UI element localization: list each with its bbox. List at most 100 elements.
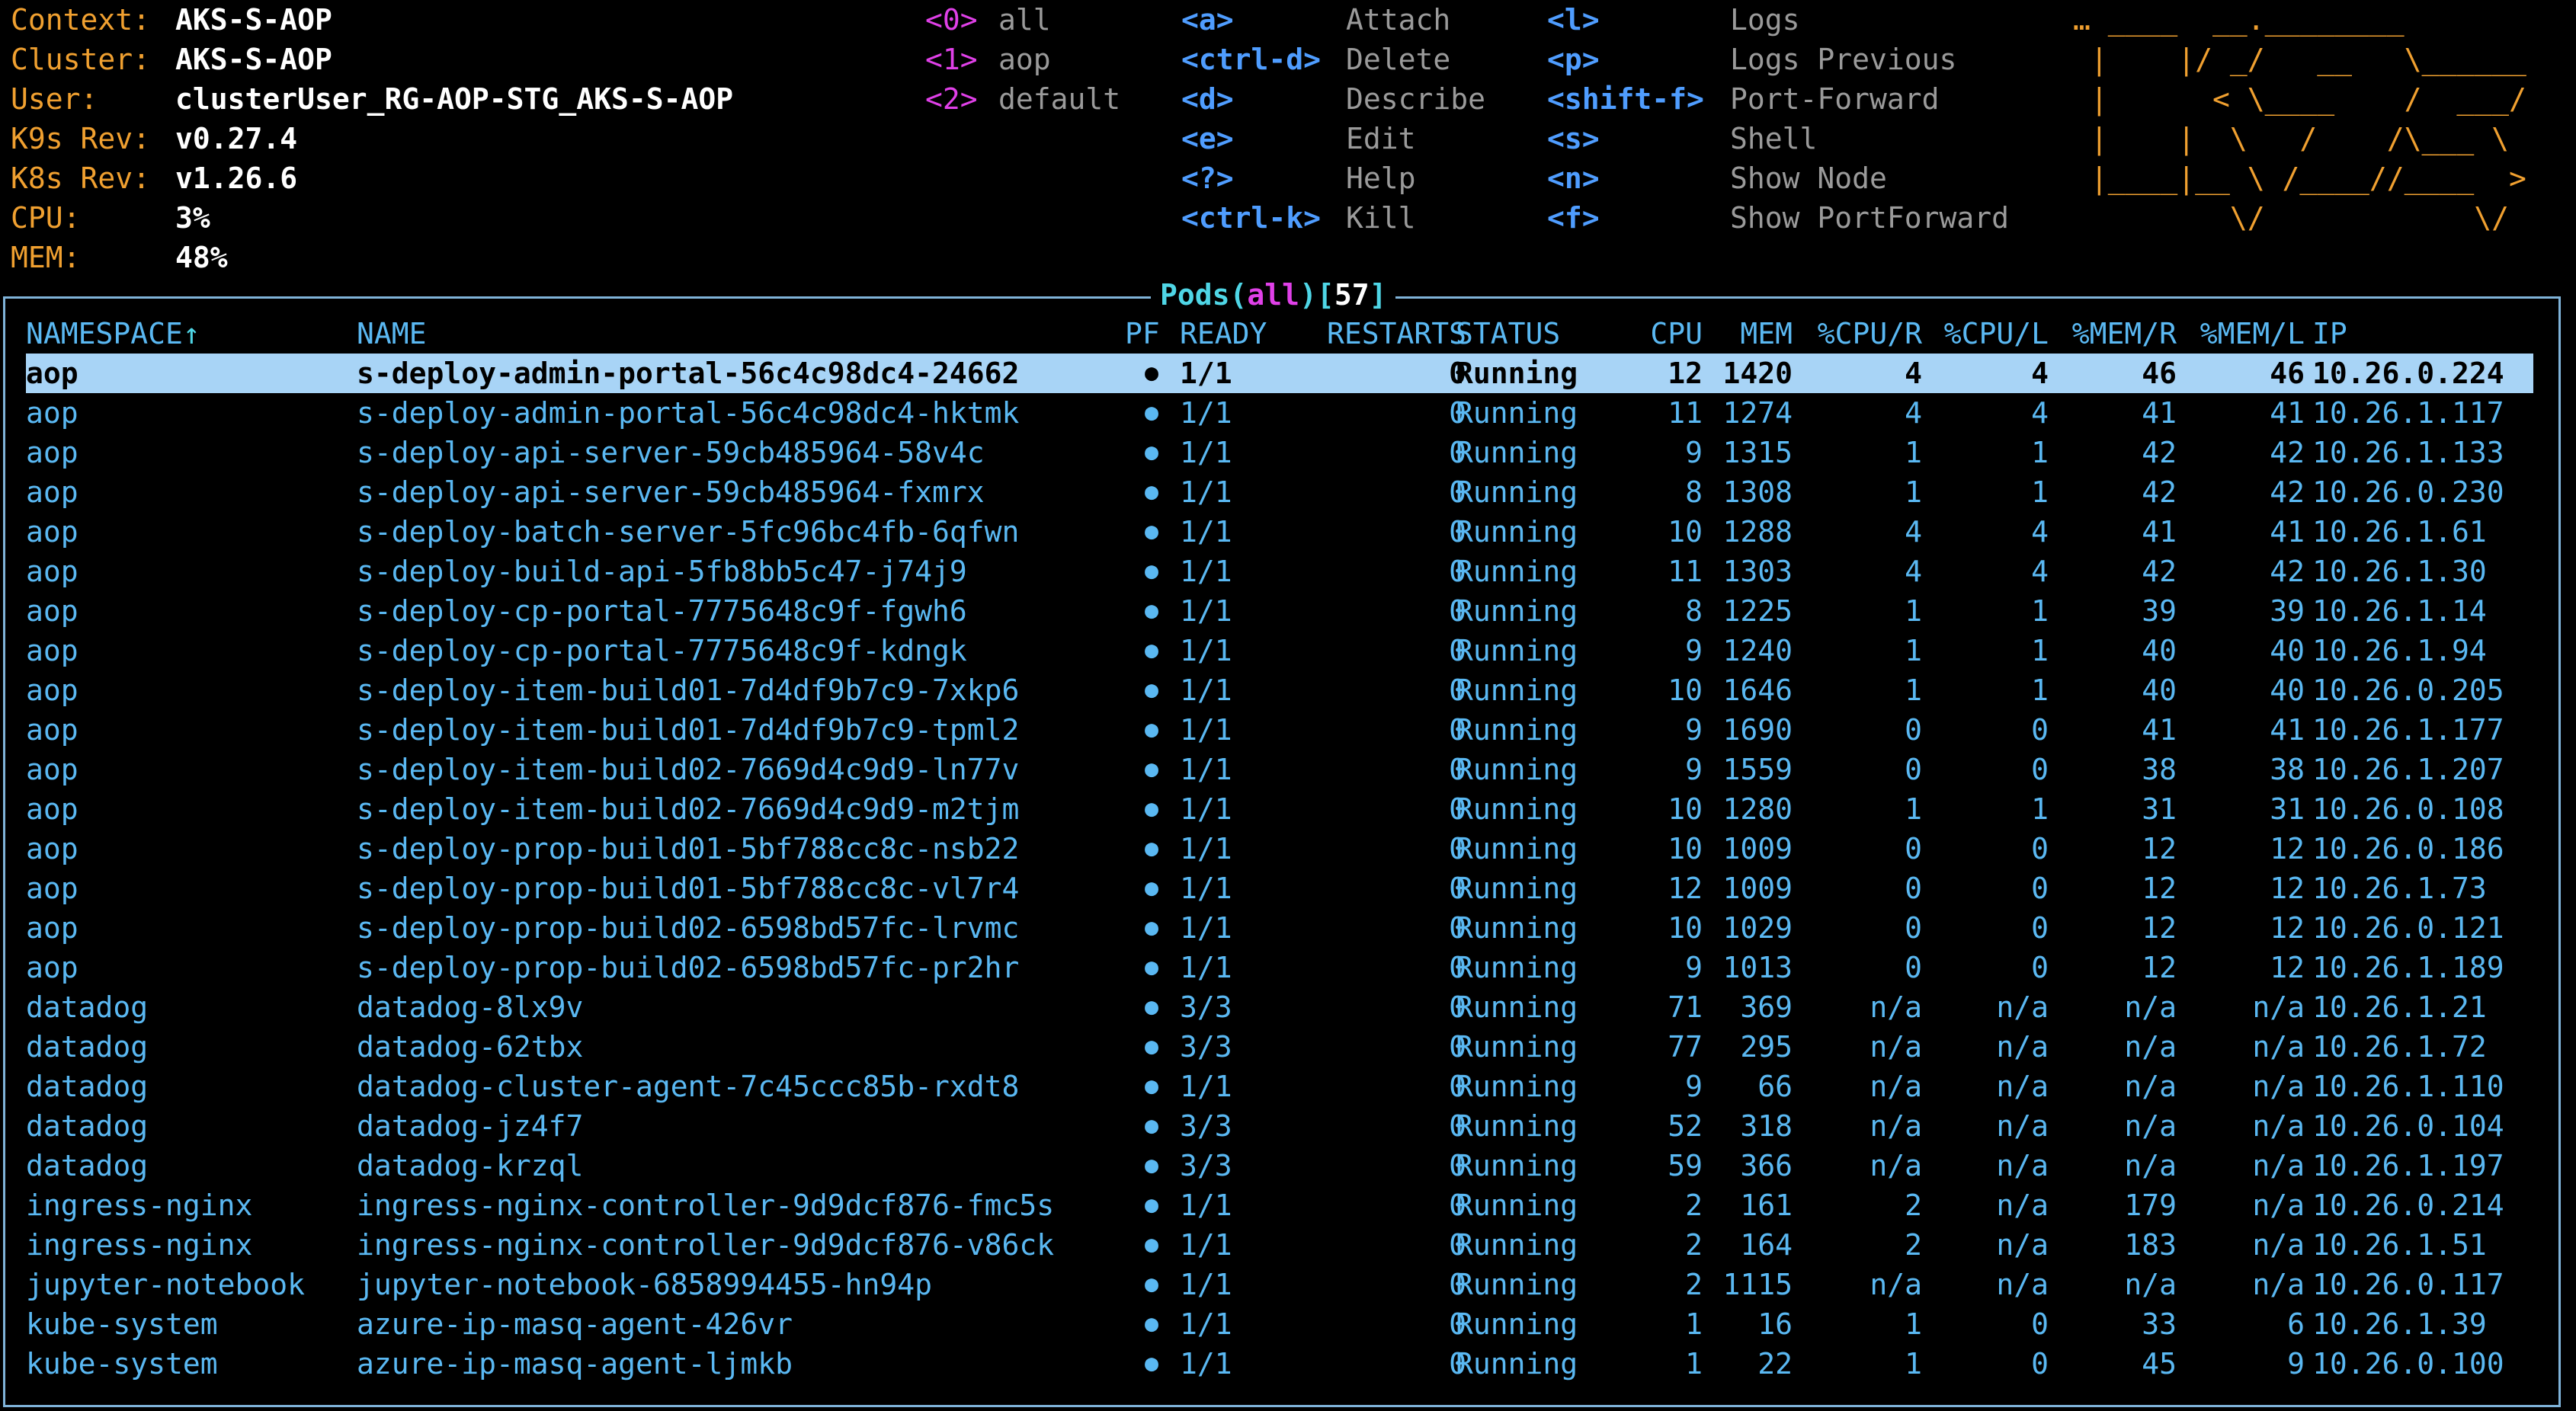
cell-cpu-lim-pct: 1 xyxy=(2031,475,2049,509)
cell-mem: 1029 xyxy=(1722,911,1793,945)
hint-label[interactable]: Help xyxy=(1346,158,1416,198)
hint-label[interactable]: Show PortForward xyxy=(1730,198,2009,238)
hint-label[interactable]: Delete xyxy=(1346,40,1450,79)
cell-cpu-lim-pct: 0 xyxy=(2031,1307,2049,1341)
cell-pf: ● xyxy=(1144,1310,1159,1337)
cell-name: s-deploy-prop-build02-6598bd57fc-lrvmc xyxy=(357,911,1020,945)
table-row[interactable]: aop s-deploy-item-build01-7d4df9b7c9-7xkp… xyxy=(26,670,2533,710)
cell-restarts: 0 xyxy=(1449,911,1466,945)
cell-cpu-lim-pct: 1 xyxy=(2031,594,2049,628)
cell-restarts: 0 xyxy=(1449,1189,1466,1222)
cell-status: Running xyxy=(1456,1347,1578,1381)
hint-label[interactable]: Port-Forward xyxy=(1730,79,1940,119)
namespace-key[interactable]: <2> xyxy=(925,79,978,119)
column-header-ready[interactable]: READY xyxy=(1180,314,1267,354)
table-row[interactable]: aop s-deploy-admin-portal-56c4c98dc4-2466… xyxy=(26,354,2533,393)
cell-cpu: 10 xyxy=(1668,911,1703,945)
cell-namespace: jupyter-notebook xyxy=(26,1268,306,1301)
cell-pf: ● xyxy=(1144,1231,1159,1258)
column-header-name[interactable]: NAME xyxy=(357,314,427,354)
column-header-label: IP xyxy=(2312,317,2347,350)
table-row[interactable]: kube-system azure-ip-masq-agent-426vr ● 1/1… xyxy=(26,1304,2533,1344)
cell-restarts: 0 xyxy=(1449,872,1466,905)
cell-pf: ● xyxy=(1144,677,1159,703)
cell-namespace: kube-system xyxy=(26,1347,218,1381)
cell-name: s-deploy-item-build02-7669d4c9d9-m2tjm xyxy=(357,792,1020,826)
cell-mem-req-pct: 42 xyxy=(2142,475,2177,509)
cell-cpu-req-pct: 1 xyxy=(1905,1347,1922,1381)
table-row[interactable]: aop s-deploy-cp-portal-7775648c9f-fgwh6 ● 1… xyxy=(26,591,2533,631)
cell-ip: 10.26.1.14 xyxy=(2312,594,2487,628)
table-row[interactable]: datadog datadog-krzql ● 3/3 0 Running 59 366 n/a… xyxy=(26,1146,2533,1185)
table-row[interactable]: aop s-deploy-prop-build01-5bf788cc8c-vl7r… xyxy=(26,869,2533,908)
column-header-ip[interactable]: IP xyxy=(2312,314,2347,354)
table-row[interactable]: ingress-nginx ingress-nginx-controller-9d… xyxy=(26,1225,2533,1265)
cell-mem: 1274 xyxy=(1722,396,1793,430)
hint-label[interactable]: Shell xyxy=(1730,119,1817,158)
column-header-mem[interactable]: MEM xyxy=(1703,314,1793,354)
table-row[interactable]: jupyter-notebook jupyter-notebook-6858994… xyxy=(26,1265,2533,1304)
column-header-mem-lim-pct[interactable]: %MEM/L xyxy=(2177,314,2305,354)
hint-label[interactable]: Describe xyxy=(1346,79,1485,119)
table-row[interactable]: aop s-deploy-cp-portal-7775648c9f-kdngk ● 1… xyxy=(26,631,2533,670)
column-header-label: RESTARTS xyxy=(1326,317,1466,350)
hint-label[interactable]: Logs xyxy=(1730,0,1800,40)
cell-mem-req-pct: 41 xyxy=(2142,396,2177,430)
table-row[interactable]: kube-system azure-ip-masq-agent-ljmkb ● 1/1… xyxy=(26,1344,2533,1384)
cell-cpu: 9 xyxy=(1685,951,1703,984)
column-header-pf[interactable]: PF xyxy=(1125,314,1160,354)
hint-label[interactable]: Logs Previous xyxy=(1730,40,1956,79)
table-row[interactable]: aop s-deploy-item-build01-7d4df9b7c9-tpml… xyxy=(26,710,2533,750)
cell-namespace: aop xyxy=(26,951,78,984)
cell-restarts: 0 xyxy=(1449,1030,1466,1064)
column-header-cpu[interactable]: CPU xyxy=(1596,314,1703,354)
namespace-label[interactable]: all xyxy=(998,0,1051,40)
cell-restarts: 0 xyxy=(1449,674,1466,707)
cell-cpu-lim-pct: 1 xyxy=(2031,436,2049,469)
column-header-cpu-req-pct[interactable]: %CPU/R xyxy=(1793,314,1922,354)
cell-name: datadog-cluster-agent-7c45ccc85b-rxdt8 xyxy=(357,1070,1020,1103)
cell-mem: 1009 xyxy=(1722,872,1793,905)
table-row[interactable]: aop s-deploy-prop-build02-6598bd57fc-pr2h… xyxy=(26,948,2533,987)
table-row[interactable]: aop s-deploy-build-api-5fb8bb5c47-j74j9 ● 1… xyxy=(26,552,2533,591)
namespace-key[interactable]: <0> xyxy=(925,0,978,40)
cell-ready: 1/1 xyxy=(1180,1347,1232,1381)
info-key: CPU: xyxy=(11,201,81,235)
column-header-cpu-lim-pct[interactable]: %CPU/L xyxy=(1922,314,2049,354)
column-header-mem-req-pct[interactable]: %MEM/R xyxy=(2049,314,2177,354)
namespace-label[interactable]: default xyxy=(998,79,1120,119)
namespace-label[interactable]: aop xyxy=(998,40,1051,79)
cell-name: s-deploy-item-build01-7d4df9b7c9-7xkp6 xyxy=(357,674,1020,707)
cell-restarts: 0 xyxy=(1449,1070,1466,1103)
hint-label[interactable]: Kill xyxy=(1346,198,1416,238)
table-row[interactable]: aop s-deploy-batch-server-5fc96bc4fb-6qfw… xyxy=(26,512,2533,552)
cell-pf: ● xyxy=(1144,795,1159,822)
namespace-key[interactable]: <1> xyxy=(925,40,978,79)
table-row[interactable]: ingress-nginx ingress-nginx-controller-9d… xyxy=(26,1185,2533,1225)
hint-key: <d> xyxy=(1181,82,1234,116)
logo-line: … ____ __.________ xyxy=(2073,3,2526,37)
column-header-namespace[interactable]: NAMESPACE↑ xyxy=(26,314,200,354)
table-row[interactable]: aop s-deploy-api-server-59cb485964-fxmrx ●… xyxy=(26,472,2533,512)
table-row[interactable]: aop s-deploy-prop-build02-6598bd57fc-lrvm… xyxy=(26,908,2533,948)
cell-cpu-req-pct: n/a xyxy=(1870,990,1922,1024)
cell-mem: 1315 xyxy=(1722,436,1793,469)
table-row[interactable]: datadog datadog-jz4f7 ● 3/3 0 Running 52 318 n/a… xyxy=(26,1106,2533,1146)
title-scope: all xyxy=(1247,278,1300,312)
hint-label[interactable]: Edit xyxy=(1346,119,1416,158)
cell-mem-req-pct: 38 xyxy=(2142,753,2177,786)
table-row[interactable]: datadog datadog-62tbx ● 3/3 0 Running 77 295 n/a… xyxy=(26,1027,2533,1067)
hint-label[interactable]: Show Node xyxy=(1730,158,1887,198)
table-row[interactable]: aop s-deploy-api-server-59cb485964-58v4c ●… xyxy=(26,433,2533,472)
hint-label[interactable]: Attach xyxy=(1346,0,1450,40)
table-row[interactable]: datadog datadog-8lx9v ● 3/3 0 Running 71 369 n/a… xyxy=(26,987,2533,1027)
cell-cpu-lim-pct: 4 xyxy=(2031,357,2049,390)
cell-ip: 10.26.0.230 xyxy=(2312,475,2504,509)
table-row[interactable]: aop s-deploy-admin-portal-56c4c98dc4-hktm… xyxy=(26,393,2533,433)
column-header-status[interactable]: STATUS xyxy=(1456,314,1560,354)
table-row[interactable]: datadog datadog-cluster-agent-7c45ccc85b-… xyxy=(26,1067,2533,1106)
column-header-restarts[interactable]: RESTARTS xyxy=(1291,314,1466,354)
table-row[interactable]: aop s-deploy-item-build02-7669d4c9d9-m2tj… xyxy=(26,789,2533,829)
table-row[interactable]: aop s-deploy-prop-build01-5bf788cc8c-nsb2… xyxy=(26,829,2533,869)
table-row[interactable]: aop s-deploy-item-build02-7669d4c9d9-ln77… xyxy=(26,750,2533,789)
